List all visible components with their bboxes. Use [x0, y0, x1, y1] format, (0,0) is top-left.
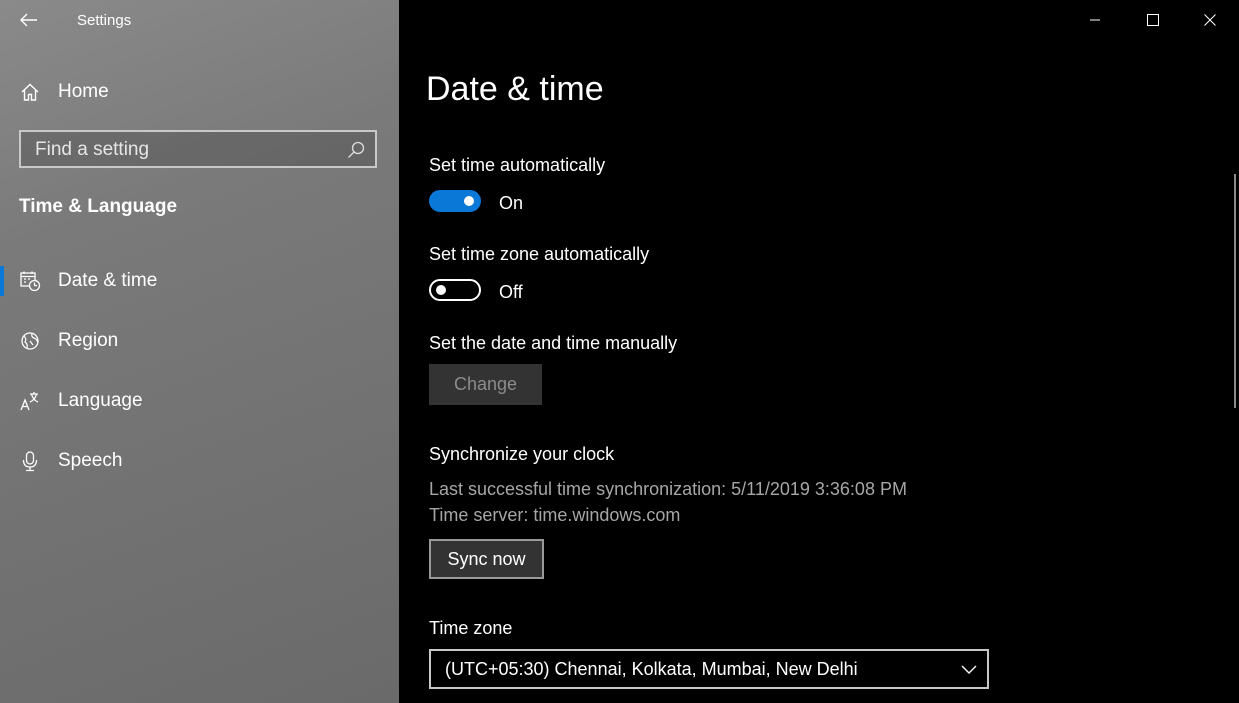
- sidebar-item-language[interactable]: Language: [0, 379, 399, 423]
- time-zone-value: (UTC+05:30) Chennai, Kolkata, Mumbai, Ne…: [445, 659, 858, 679]
- search-icon[interactable]: [347, 141, 365, 159]
- sidebar-item-region[interactable]: Region: [0, 319, 399, 363]
- set-time-auto-state: On: [499, 193, 524, 213]
- home-icon: [21, 83, 39, 101]
- close-icon: [1204, 14, 1216, 26]
- time-zone-label: Time zone: [429, 618, 513, 638]
- close-button[interactable]: [1187, 0, 1233, 40]
- nav-home[interactable]: Home: [0, 72, 399, 112]
- last-sync-label: Last successful time synchronization:: [429, 479, 727, 499]
- maximize-button[interactable]: [1130, 0, 1176, 40]
- time-server-info: Time server: time.windows.com: [429, 505, 680, 526]
- last-sync-info: Last successful time synchronization: 5/…: [429, 479, 907, 500]
- sidebar-item-speech[interactable]: Speech: [0, 439, 399, 483]
- search-input[interactable]: [35, 138, 335, 162]
- sidebar: Settings Home Time & Language Date & tim…: [0, 0, 399, 703]
- microphone-icon: [22, 451, 38, 472]
- time-server-label: Time server:: [429, 505, 529, 525]
- page-title: Date & time: [426, 70, 604, 108]
- language-icon: [20, 392, 39, 411]
- set-time-auto-label: Set time automatically: [429, 155, 606, 175]
- selected-indicator: [0, 266, 4, 296]
- time-server-value: time.windows.com: [533, 505, 681, 525]
- minimize-button[interactable]: [1072, 0, 1118, 40]
- calendar-clock-icon: [20, 271, 41, 292]
- last-sync-value: 5/11/2019 3:36:08 PM: [731, 479, 907, 499]
- maximize-icon: [1147, 14, 1159, 26]
- set-tz-auto-state: Off: [499, 282, 523, 302]
- back-button[interactable]: [14, 6, 44, 34]
- set-time-auto-toggle[interactable]: [429, 190, 481, 212]
- sync-now-button[interactable]: Sync now: [429, 539, 544, 579]
- back-arrow-icon: [20, 13, 37, 27]
- app-title: Settings: [77, 12, 132, 29]
- chevron-down-icon: [961, 665, 977, 674]
- manual-time-label: Set the date and time manually: [429, 333, 678, 353]
- main-content: Date & time Set time automatically On Se…: [399, 0, 1239, 703]
- section-title: Time & Language: [19, 196, 178, 217]
- nav-home-label: Home: [58, 81, 109, 102]
- toggle-knob: [436, 285, 446, 295]
- set-tz-auto-toggle[interactable]: [429, 279, 481, 301]
- time-zone-dropdown[interactable]: (UTC+05:30) Chennai, Kolkata, Mumbai, Ne…: [429, 649, 989, 689]
- search-box[interactable]: [19, 130, 377, 168]
- minimize-icon: [1090, 19, 1100, 21]
- set-tz-auto-label: Set time zone automatically: [429, 244, 650, 264]
- globe-icon: [21, 332, 39, 350]
- sidebar-item-date-time[interactable]: Date & time: [0, 259, 399, 303]
- sync-heading: Synchronize your clock: [429, 444, 615, 464]
- toggle-knob: [464, 196, 474, 206]
- sidebar-item-label: Date & time: [58, 270, 158, 291]
- sidebar-item-label: Language: [58, 390, 143, 411]
- sidebar-item-label: Speech: [58, 450, 123, 471]
- sidebar-item-label: Region: [58, 330, 119, 351]
- scrollbar[interactable]: [1234, 174, 1236, 408]
- change-button[interactable]: Change: [429, 364, 542, 405]
